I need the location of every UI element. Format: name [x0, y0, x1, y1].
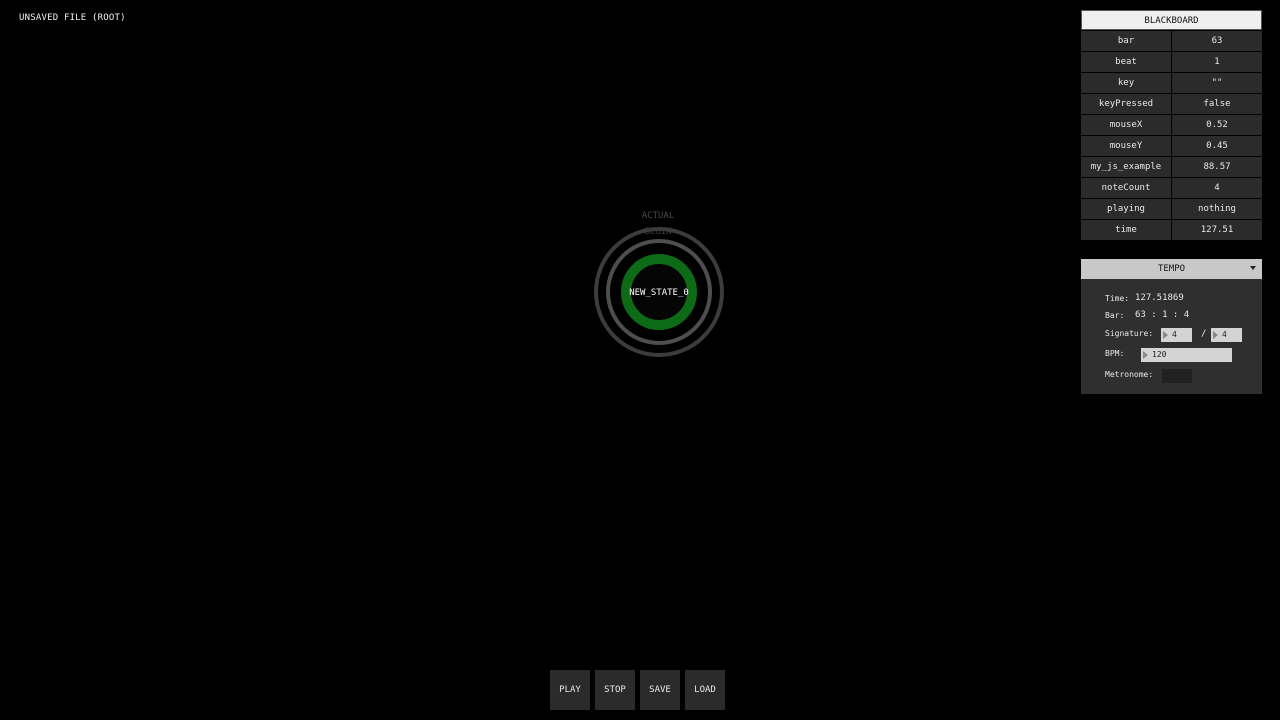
tempo-metronome-label: Metronome: [1105, 370, 1154, 379]
blackboard-row: beat 1 [1081, 51, 1262, 72]
bpm-value: 120 [1152, 350, 1167, 359]
transport-controls: PLAY STOP SAVE LOAD [550, 670, 725, 710]
blackboard-row: bar 63 [1081, 30, 1262, 51]
signature-denominator-value: 4 [1222, 330, 1227, 339]
blackboard-value: "" [1172, 73, 1262, 93]
blackboard-key: noteCount [1081, 178, 1171, 198]
increment-arrow-icon [1143, 351, 1148, 359]
signature-denominator-input[interactable]: 4 [1211, 328, 1242, 342]
blackboard-value: 127.51 [1172, 220, 1262, 240]
blackboard-value: nothing [1172, 199, 1262, 219]
signature-numerator-input[interactable]: 4 [1161, 328, 1192, 342]
tempo-header[interactable]: TEMPO [1081, 259, 1262, 279]
blackboard-key: my_js_example [1081, 157, 1171, 177]
blackboard-value: 4 [1172, 178, 1262, 198]
metronome-toggle[interactable] [1162, 369, 1192, 383]
blackboard-value: 1 [1172, 52, 1262, 72]
state-name[interactable]: NEW_STATE_0 [609, 288, 709, 298]
tempo-time-label: Time: [1105, 294, 1130, 303]
state-begin-label: BEGIN [644, 227, 672, 237]
blackboard-key: keyPressed [1081, 94, 1171, 114]
blackboard-panel: BLACKBOARD bar 63 beat 1 key "" keyPress… [1081, 10, 1262, 240]
tempo-signature-label: Signature: [1105, 329, 1154, 338]
blackboard-value: 0.45 [1172, 136, 1262, 156]
increment-arrow-icon [1213, 331, 1218, 339]
tempo-bar-label: Bar: [1105, 311, 1125, 320]
blackboard-row: playing nothing [1081, 198, 1262, 219]
blackboard-row: mouseY 0.45 [1081, 135, 1262, 156]
signature-separator: / [1201, 329, 1207, 339]
state-actual-label: ACTUAL [641, 211, 675, 221]
collapse-arrow-icon[interactable] [1250, 266, 1256, 270]
blackboard-row: key "" [1081, 72, 1262, 93]
stop-button[interactable]: STOP [595, 670, 635, 710]
blackboard-key: bar [1081, 31, 1171, 51]
tempo-bar-value: 63 : 1 : 4 [1135, 310, 1190, 320]
app-root: UNSAVED FILE (ROOT) BLACKBOARD bar 63 be… [0, 0, 1280, 720]
play-button[interactable]: PLAY [550, 670, 590, 710]
load-button[interactable]: LOAD [685, 670, 725, 710]
increment-arrow-icon [1163, 331, 1168, 339]
file-title: UNSAVED FILE (ROOT) [19, 13, 126, 23]
blackboard-key: beat [1081, 52, 1171, 72]
blackboard-value: false [1172, 94, 1262, 114]
blackboard-title[interactable]: BLACKBOARD [1081, 10, 1262, 30]
tempo-bpm-label: BPM: [1105, 349, 1125, 358]
blackboard-row: mouseX 0.52 [1081, 114, 1262, 135]
blackboard-value: 0.52 [1172, 115, 1262, 135]
blackboard-key: playing [1081, 199, 1171, 219]
bpm-input[interactable]: 120 [1141, 348, 1232, 362]
save-button[interactable]: SAVE [640, 670, 680, 710]
blackboard-key: mouseX [1081, 115, 1171, 135]
blackboard-key: time [1081, 220, 1171, 240]
blackboard-row: noteCount 4 [1081, 177, 1262, 198]
tempo-time-value: 127.51869 [1135, 293, 1184, 303]
blackboard-row: time 127.51 [1081, 219, 1262, 240]
blackboard-key: mouseY [1081, 136, 1171, 156]
blackboard-row: keyPressed false [1081, 93, 1262, 114]
blackboard-row: my_js_example 88.57 [1081, 156, 1262, 177]
blackboard-key: key [1081, 73, 1171, 93]
blackboard-value: 63 [1172, 31, 1262, 51]
tempo-panel: TEMPO Time: 127.51869 Bar: 63 : 1 : 4 Si… [1081, 259, 1262, 394]
tempo-title: TEMPO [1157, 264, 1186, 274]
blackboard-value: 88.57 [1172, 157, 1262, 177]
signature-numerator-value: 4 [1172, 330, 1177, 339]
